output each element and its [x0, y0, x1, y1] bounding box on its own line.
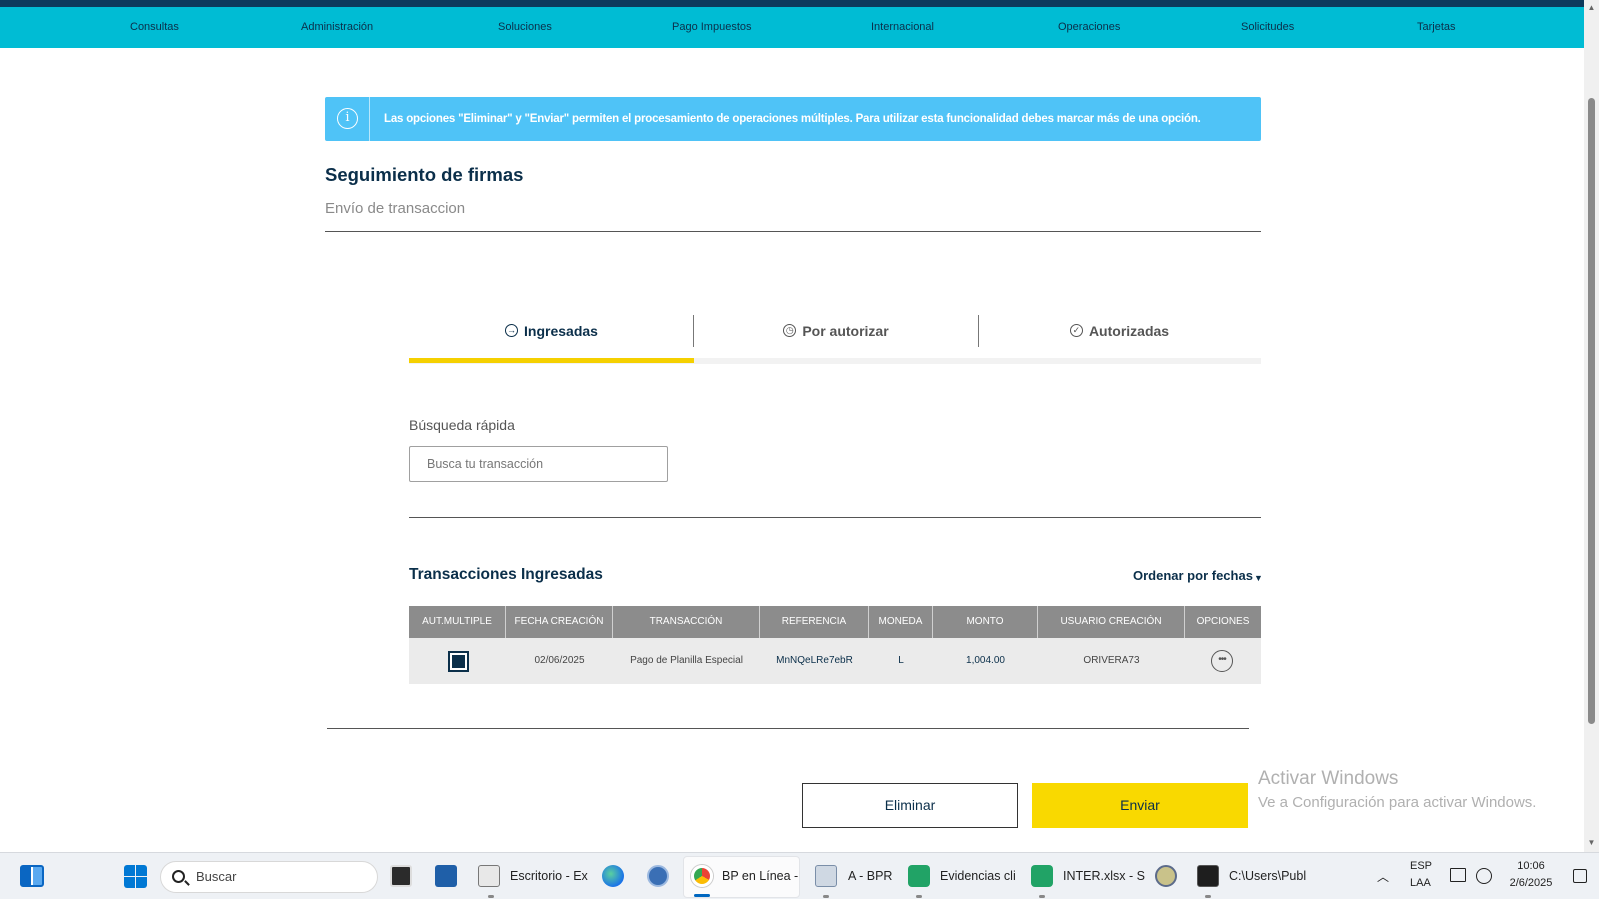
network-icon[interactable]: [1450, 868, 1466, 882]
tab-por-autorizar[interactable]: ◷ Por autorizar: [694, 313, 978, 359]
taskbar-app-bp-en-linea[interactable]: BP en Línea -: [722, 853, 798, 900]
info-icon: i: [337, 108, 358, 129]
clock-date[interactable]: 2/6/2025: [1507, 877, 1555, 889]
search-icon: [172, 870, 185, 883]
page-scrollbar[interactable]: ▲ ▼: [1584, 0, 1599, 852]
sort-dropdown[interactable]: Ordenar por fechas: [1133, 568, 1253, 583]
nav-operaciones[interactable]: Operaciones: [1058, 7, 1120, 48]
tab-label: Ingresadas: [524, 323, 598, 339]
nav-soluciones[interactable]: Soluciones: [498, 7, 552, 48]
widgets-icon[interactable]: [20, 865, 44, 887]
banner-text: Las opciones "Eliminar" y "Enviar" permi…: [384, 113, 1201, 125]
running-indicator: [916, 895, 922, 898]
scroll-thumb[interactable]: [1588, 98, 1595, 724]
col-opciones: OPCIONES: [1196, 616, 1250, 627]
nav-pago-impuestos[interactable]: Pago Impuestos: [672, 7, 752, 48]
divider: [327, 728, 1249, 729]
divider: [325, 231, 1261, 232]
taskbar-app-bpr[interactable]: A - BPR: [848, 853, 892, 900]
arrow-circle-icon: →: [505, 323, 519, 337]
more-options-icon[interactable]: •••: [1211, 650, 1233, 672]
nav-solicitudes[interactable]: Solicitudes: [1241, 7, 1294, 48]
taskbar-search[interactable]: Buscar: [160, 861, 378, 893]
task-view-icon[interactable]: [390, 865, 412, 887]
edge-icon[interactable]: [602, 865, 624, 887]
search-input[interactable]: [409, 446, 668, 482]
file-explorer-icon[interactable]: [478, 865, 500, 887]
notification-bell-icon[interactable]: [1573, 869, 1587, 883]
tab-label: Autorizadas: [1088, 323, 1170, 339]
language-bottom[interactable]: LAA: [1410, 877, 1431, 889]
nav-consultas[interactable]: Consultas: [130, 7, 179, 48]
cell-referencia[interactable]: MnNQeLRe7ebR: [760, 638, 869, 684]
col-fecha-creacion: FECHA CREACIÓN: [506, 606, 613, 638]
col-aut-multiple: AUT.MULTIPLE: [409, 606, 506, 638]
store-icon[interactable]: [435, 865, 457, 887]
status-tabs: → Ingresadas ◷ Por autorizar ✓ Autorizadas: [409, 313, 1261, 367]
send-button[interactable]: Enviar: [1032, 783, 1248, 828]
taskbar-app-escritorio[interactable]: Escritorio - Ex: [510, 853, 588, 900]
scroll-down-icon[interactable]: ▼: [1587, 838, 1596, 847]
clock-time[interactable]: 10:06: [1507, 860, 1555, 872]
info-banner: i Las opciones "Eliminar" y "Enviar" per…: [325, 97, 1261, 141]
spreadsheet-icon[interactable]: [1031, 865, 1053, 887]
page-subtitle: Envío de transaccion: [325, 200, 466, 217]
taskbar-search-label: Buscar: [196, 869, 237, 884]
nav-administracion[interactable]: Administración: [301, 7, 373, 48]
security-app-icon[interactable]: [1155, 865, 1177, 887]
search-label: Búsqueda rápida: [409, 417, 515, 433]
col-monto: MONTO: [933, 606, 1038, 638]
taskbar-app-terminal[interactable]: C:\Users\Publ: [1229, 853, 1306, 900]
cell-monto: 1,004.00: [966, 655, 1005, 666]
nav-internacional[interactable]: Internacional: [871, 7, 934, 48]
checkbox-check: [452, 655, 465, 668]
volume-icon[interactable]: [1476, 868, 1492, 884]
active-indicator: [694, 894, 710, 897]
tab-ingresadas[interactable]: → Ingresadas: [409, 313, 694, 359]
table-row: 02/06/2025 Pago de Planilla Especial MnN…: [409, 638, 1261, 684]
cell-moneda: L: [898, 655, 904, 666]
delete-button[interactable]: Eliminar: [802, 783, 1018, 828]
table-header: AUT.MULTIPLE FECHA CREACIÓN TRANSACCIÓN …: [409, 606, 1261, 638]
remote-desktop-icon[interactable]: [815, 865, 837, 887]
col-moneda: MONEDA: [869, 606, 933, 638]
section-title: Transacciones Ingresadas: [409, 566, 603, 583]
cell-fecha: 02/06/2025: [534, 655, 585, 666]
main-nav: Consultas Administración Soluciones Pago…: [0, 7, 1584, 48]
col-usuario-creacion: USUARIO CREACIÓN: [1038, 606, 1185, 638]
running-indicator: [823, 895, 829, 898]
running-indicator: [1205, 895, 1211, 898]
taskbar-app-evidencias[interactable]: Evidencias cli: [940, 853, 1016, 900]
tab-autorizadas[interactable]: ✓ Autorizadas: [978, 313, 1261, 359]
caret-down-icon[interactable]: ▼: [1254, 573, 1263, 583]
col-transaccion: TRANSACCIÓN: [613, 606, 760, 638]
running-indicator: [488, 895, 494, 898]
divider: [409, 517, 1261, 518]
taskbar-app-inter[interactable]: INTER.xlsx - S: [1063, 853, 1145, 900]
start-icon[interactable]: [124, 865, 147, 888]
clock-icon: ◷: [783, 323, 797, 337]
banner-icon-box: i: [325, 97, 370, 141]
nav-tarjetas[interactable]: Tarjetas: [1417, 7, 1456, 48]
windows-taskbar: Buscar Escritorio - Ex BP en Línea - A -…: [0, 852, 1599, 899]
language-top[interactable]: ESP: [1410, 860, 1432, 872]
info-app-icon[interactable]: [647, 865, 669, 887]
cell-transaccion: Pago de Planilla Especial: [630, 655, 743, 666]
chevron-up-icon[interactable]: ︿: [1377, 868, 1389, 885]
tab-active-indicator: [409, 358, 694, 363]
col-referencia: REFERENCIA: [760, 606, 869, 638]
activation-watermark-text: Ve a Configuración para activar Windows.: [1258, 794, 1537, 811]
row-checkbox[interactable]: [448, 651, 469, 672]
check-circle-icon: ✓: [1069, 323, 1083, 337]
chrome-icon[interactable]: [691, 865, 713, 887]
tab-label: Por autorizar: [802, 323, 889, 339]
top-strip: [0, 0, 1584, 7]
activation-watermark-title: Activar Windows: [1258, 768, 1399, 789]
spreadsheet-icon[interactable]: [908, 865, 930, 887]
cell-usuario: ORIVERA73: [1083, 655, 1140, 666]
page-title: Seguimiento de firmas: [325, 164, 524, 185]
scroll-up-icon[interactable]: ▲: [1587, 3, 1596, 12]
terminal-icon[interactable]: [1197, 865, 1219, 887]
running-indicator: [1039, 895, 1045, 898]
